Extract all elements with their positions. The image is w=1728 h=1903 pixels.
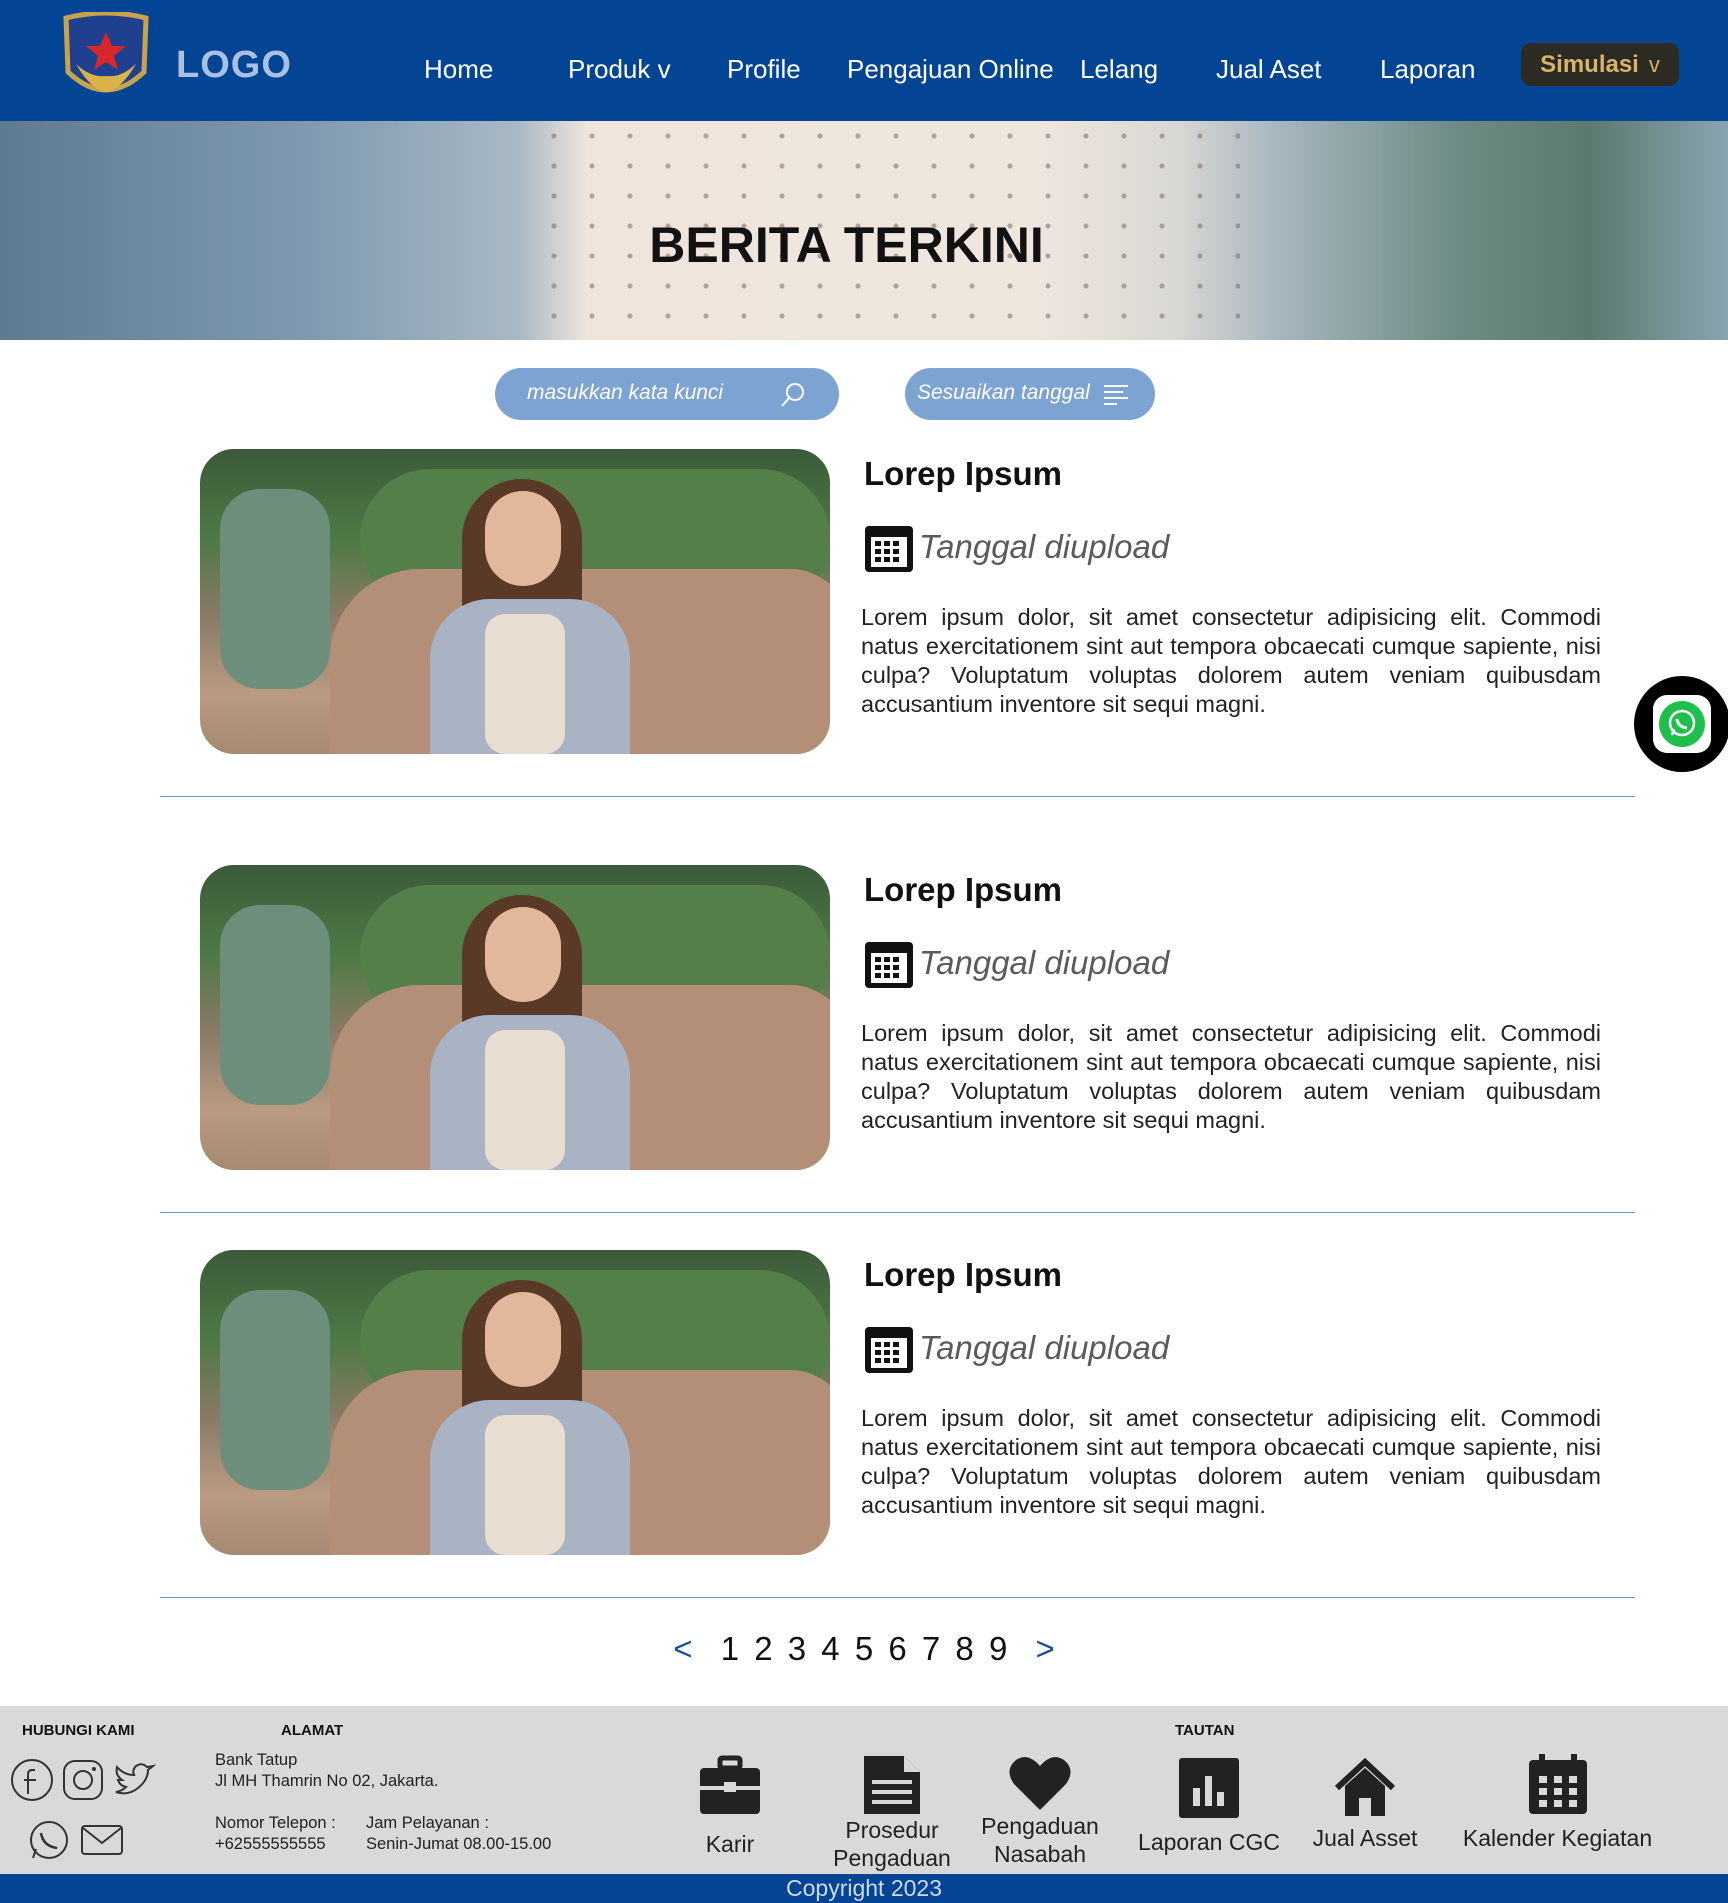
simulasi-button[interactable]: Simulasi v: [1521, 43, 1679, 86]
address-line-1: Bank Tatup: [215, 1751, 298, 1769]
footer-link-label: Laporan CGC: [1138, 1829, 1280, 1855]
footer-link-pengaduan-nasabah[interactable]: Pengaduan Nasabah: [970, 1754, 1110, 1868]
page-title: BERITA TERKINI: [649, 217, 1044, 273]
footer-link-label: Karir: [705, 1831, 755, 1857]
news-excerpt: Lorem ipsum dolor, sit amet consectetur …: [861, 604, 1601, 717]
copyright: Copyright 2023: [0, 1874, 1728, 1903]
top-navbar: LOGO Home Produk v Profile Pengajuan Onl…: [0, 0, 1728, 121]
footer-link-laporan-cgc[interactable]: Laporan CGC: [1130, 1758, 1288, 1856]
nav-profile[interactable]: Profile: [727, 54, 801, 85]
university-logo[interactable]: [56, 10, 156, 108]
hours-label: Jam Pelayanan :: [366, 1814, 489, 1832]
bar-chart-icon: [1179, 1758, 1239, 1818]
whatsapp-float-button[interactable]: [1634, 676, 1728, 772]
footer-link-label: Kalender Kegiatan: [1462, 1825, 1653, 1851]
pagination-next[interactable]: >: [1035, 1630, 1054, 1668]
address-line-2: Jl MH Thamrin No 02, Jakarta.: [215, 1772, 439, 1790]
nav-lelang[interactable]: Lelang: [1080, 54, 1158, 85]
calendar-icon: [865, 526, 913, 572]
instagram-icon[interactable]: [61, 1758, 105, 1802]
pagination-page[interactable]: 7: [922, 1630, 940, 1668]
divider: [160, 796, 1635, 797]
pagination-page[interactable]: 6: [888, 1630, 906, 1668]
news-date: Tanggal diupload: [919, 528, 1170, 565]
footer-link-label: Jual Asset: [1312, 1825, 1418, 1851]
news-title[interactable]: Lorep Ipsum: [864, 871, 1062, 909]
news-excerpt: Lorem ipsum dolor, sit amet consectetur …: [861, 1020, 1601, 1133]
calendar-icon: [1528, 1754, 1587, 1814]
news-title[interactable]: Lorep Ipsum: [864, 455, 1062, 493]
logo-text: LOGO: [176, 44, 292, 86]
pagination-page[interactable]: 3: [788, 1630, 806, 1668]
pagination-page[interactable]: 9: [989, 1630, 1007, 1668]
pagination-page[interactable]: 8: [955, 1630, 973, 1668]
divider: [160, 1597, 1635, 1598]
whatsapp-icon[interactable]: [27, 1818, 71, 1862]
search-input[interactable]: masukkan kata kunci: [495, 368, 839, 420]
footer-link-kalender-kegiatan[interactable]: Kalender Kegiatan: [1460, 1754, 1655, 1852]
news-excerpt: Lorem ipsum dolor, sit amet consectetur …: [861, 1405, 1601, 1518]
home-icon: [1335, 1758, 1395, 1816]
pagination-page[interactable]: 1: [721, 1630, 739, 1668]
news-title[interactable]: Lorep Ipsum: [864, 1256, 1062, 1294]
phone-label: Nomor Telepon :: [215, 1814, 336, 1832]
hero-banner: BERITA TERKINI: [0, 121, 1728, 340]
calendar-icon: [865, 1327, 913, 1373]
pagination-page[interactable]: 4: [821, 1630, 839, 1668]
pagination-page[interactable]: 2: [754, 1630, 772, 1668]
news-image[interactable]: [200, 865, 830, 1170]
footer-link-prosedur-pengaduan[interactable]: Prosedur Pengaduan: [822, 1754, 962, 1872]
pagination-prev[interactable]: <: [673, 1630, 692, 1668]
footer-link-label: Nasabah: [993, 1841, 1087, 1867]
footer: HUBUNGI KAMI ALAMAT TAUTAN Bank Tatup Jl…: [0, 1706, 1728, 1874]
twitter-icon[interactable]: [112, 1758, 156, 1802]
news-date: Tanggal diupload: [919, 944, 1170, 981]
footer-link-jual-asset[interactable]: Jual Asset: [1300, 1758, 1430, 1852]
pagination-page[interactable]: 5: [855, 1630, 873, 1668]
search-placeholder: masukkan kata kunci: [527, 381, 724, 404]
news-image[interactable]: [200, 449, 830, 754]
simulasi-label: Simulasi: [1540, 50, 1639, 78]
nav-produk[interactable]: Produk v: [568, 54, 671, 85]
date-filter-label: Sesuaikan tanggal: [917, 381, 1090, 404]
footer-contact-heading: HUBUNGI KAMI: [22, 1722, 135, 1739]
whatsapp-icon: [1668, 709, 1696, 737]
heart-icon: [1009, 1757, 1071, 1810]
divider: [160, 1212, 1635, 1213]
mail-icon[interactable]: [80, 1818, 124, 1862]
nav-home[interactable]: Home: [424, 54, 493, 85]
footer-links-heading: TAUTAN: [1175, 1722, 1235, 1739]
calendar-icon: [865, 942, 913, 988]
footer-address-heading: ALAMAT: [281, 1722, 344, 1739]
nav-laporan[interactable]: Laporan: [1380, 54, 1475, 85]
news-date: Tanggal diupload: [919, 1329, 1170, 1366]
facebook-icon[interactable]: [10, 1758, 54, 1802]
briefcase-icon: [700, 1755, 760, 1814]
search-icon[interactable]: [779, 381, 807, 409]
document-icon: [864, 1756, 920, 1814]
chevron-down-icon: v: [1648, 51, 1660, 77]
footer-link-label: Pengaduan: [833, 1845, 951, 1871]
pagination: < 1 2 3 4 5 6 7 8 9 >: [0, 1630, 1728, 1668]
date-filter-button[interactable]: Sesuaikan tanggal: [905, 368, 1155, 420]
footer-link-label: Prosedur: [845, 1817, 939, 1843]
phone-value: +62555555555: [215, 1835, 326, 1853]
hours-value: Senin-Jumat 08.00-15.00: [366, 1835, 552, 1853]
footer-link-label: Pengaduan: [981, 1813, 1099, 1839]
filter-lines-icon: [1104, 385, 1128, 405]
news-image[interactable]: [200, 1250, 830, 1555]
footer-link-karir[interactable]: Karir: [680, 1754, 780, 1858]
nav-pengajuan-online[interactable]: Pengajuan Online: [847, 54, 1054, 85]
nav-jual-aset[interactable]: Jual Aset: [1216, 54, 1322, 85]
